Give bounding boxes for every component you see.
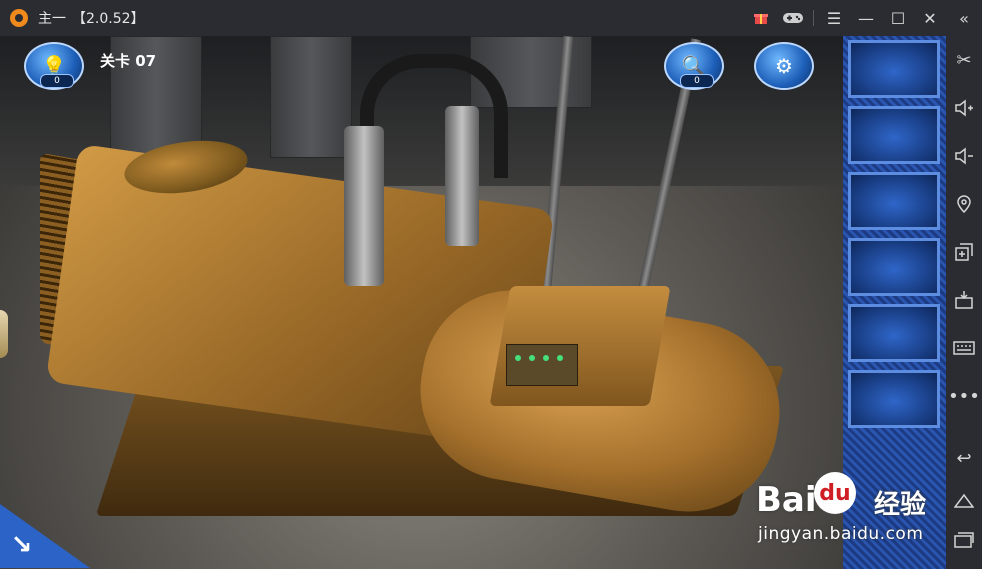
settings-button[interactable]: ⚙	[754, 42, 814, 90]
game-scene[interactable]: 💡 0 关卡 07 🔍 0 ⚙ ↓	[0, 36, 843, 569]
title-bar: 主一 【2.0.52】 ☰ — ☐ ✕ «	[0, 0, 982, 36]
electrical-cabinet	[270, 36, 352, 158]
search-count: 0	[680, 74, 714, 88]
app-version: 【2.0.52】	[72, 11, 145, 27]
watermark-brand: Bai	[756, 480, 817, 520]
indicator-light	[529, 355, 535, 361]
maximize-icon[interactable]: ☐	[882, 0, 914, 36]
gear-icon: ⚙	[775, 54, 793, 78]
minimize-icon[interactable]: —	[850, 0, 882, 36]
control-panel[interactable]	[506, 344, 578, 386]
exhaust-pipe	[344, 126, 384, 286]
back-icon[interactable]: ↩	[946, 440, 982, 476]
exhaust-pipe	[445, 106, 479, 246]
emulator-toolbar: ✂ ••• ↩	[946, 36, 982, 569]
inventory-slot[interactable]	[848, 304, 940, 362]
baidu-watermark: Bai du 经验 jingyan.baidu.com	[756, 470, 946, 550]
inventory-slot[interactable]	[848, 40, 940, 98]
indicator-light	[543, 355, 549, 361]
app-logo-icon	[10, 9, 28, 27]
apk-install-icon[interactable]	[946, 282, 982, 318]
left-edge-handle[interactable]	[0, 310, 8, 358]
recent-apps-icon[interactable]	[946, 522, 982, 558]
menu-icon[interactable]: ☰	[818, 0, 850, 36]
gift-icon[interactable]	[745, 0, 777, 36]
keyboard-icon[interactable]	[946, 330, 982, 366]
watermark-url: jingyan.baidu.com	[758, 524, 924, 544]
app-name: 主一	[38, 11, 66, 27]
inventory-slot[interactable]	[848, 106, 940, 164]
multi-window-icon[interactable]	[946, 234, 982, 270]
inventory-slot[interactable]	[848, 370, 940, 428]
scissors-icon[interactable]: ✂	[946, 42, 982, 78]
volume-down-icon[interactable]	[946, 138, 982, 174]
hint-count: 0	[40, 74, 74, 88]
volume-up-icon[interactable]	[946, 90, 982, 126]
indicator-light	[515, 355, 521, 361]
location-icon[interactable]	[946, 186, 982, 222]
inventory-slot[interactable]	[848, 172, 940, 230]
window-controls: ☰ — ☐ ✕ «	[745, 0, 982, 36]
more-icon[interactable]: •••	[946, 378, 982, 414]
inventory-slot[interactable]	[848, 238, 940, 296]
collapse-icon[interactable]: «	[946, 0, 982, 36]
baidu-paw-icon: du	[814, 472, 856, 514]
home-icon[interactable]	[946, 482, 982, 518]
indicator-light	[557, 355, 563, 361]
titlebar-separator	[813, 10, 814, 26]
watermark-jingyan: 经验	[874, 490, 927, 520]
gamepad-icon[interactable]	[777, 0, 809, 36]
level-label: 关卡 07	[100, 52, 157, 70]
close-icon[interactable]: ✕	[914, 0, 946, 36]
